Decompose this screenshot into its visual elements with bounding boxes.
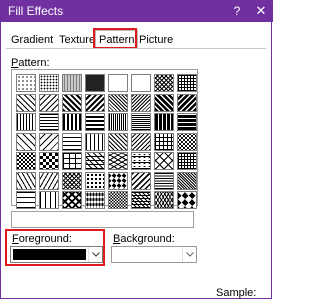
pattern-swatch[interactable] xyxy=(62,171,82,190)
pattern-label: Pattern: xyxy=(11,57,50,69)
pattern-swatch[interactable] xyxy=(131,171,151,190)
pattern-swatch[interactable] xyxy=(154,132,174,151)
pattern-swatch[interactable] xyxy=(16,93,36,112)
close-button[interactable]: ✕ xyxy=(250,0,272,22)
tab-picture[interactable]: Picture xyxy=(139,32,173,48)
title-bar: Fill Effects ? ✕ xyxy=(0,0,273,22)
pattern-swatch[interactable] xyxy=(108,191,128,209)
pattern-swatch[interactable] xyxy=(177,191,197,209)
pattern-swatch[interactable] xyxy=(108,74,128,92)
pattern-swatch[interactable] xyxy=(131,132,151,151)
tab-pattern[interactable]: Pattern xyxy=(95,30,139,49)
pattern-swatch[interactable] xyxy=(85,191,105,209)
sample-label: Sample: xyxy=(216,287,257,299)
pattern-swatch[interactable] xyxy=(16,152,36,170)
pattern-swatch[interactable] xyxy=(154,171,174,190)
pattern-swatch[interactable] xyxy=(16,171,36,190)
tab-gradient[interactable]: Gradient xyxy=(11,32,53,48)
pattern-grid xyxy=(11,69,198,209)
pattern-swatch[interactable] xyxy=(39,171,59,190)
pattern-swatch[interactable] xyxy=(85,93,105,112)
foreground-label-hotkey: F xyxy=(12,233,19,245)
pattern-swatch[interactable] xyxy=(62,152,82,170)
pattern-swatch[interactable] xyxy=(16,191,36,209)
pattern-swatch[interactable] xyxy=(154,152,174,170)
pattern-swatch[interactable] xyxy=(108,152,128,170)
pattern-swatch[interactable] xyxy=(62,113,82,131)
pattern-swatch[interactable] xyxy=(85,113,105,131)
pattern-swatch[interactable] xyxy=(39,93,59,112)
foreground-label-rest: oreground: xyxy=(18,233,72,245)
background-color-picker[interactable] xyxy=(111,246,197,263)
pattern-swatch[interactable] xyxy=(177,132,197,151)
dialog-title: Fill Effects xyxy=(8,4,64,18)
pattern-swatch[interactable] xyxy=(177,74,197,92)
pattern-swatch[interactable] xyxy=(154,74,174,92)
foreground-color-picker[interactable] xyxy=(10,246,103,263)
pattern-label-rest: attern: xyxy=(18,57,50,69)
background-color-swatch xyxy=(114,249,180,260)
pattern-swatch[interactable] xyxy=(131,152,151,170)
pattern-swatch[interactable] xyxy=(154,113,174,131)
chevron-down-icon[interactable] xyxy=(88,247,102,262)
foreground-color-swatch xyxy=(13,249,86,260)
help-button[interactable]: ? xyxy=(228,0,246,22)
pattern-swatch[interactable] xyxy=(39,74,59,92)
pattern-swatch[interactable] xyxy=(131,74,151,92)
pattern-swatch[interactable] xyxy=(39,152,59,170)
pattern-swatch[interactable] xyxy=(108,171,128,190)
pattern-swatch[interactable] xyxy=(108,132,128,151)
pattern-swatch[interactable] xyxy=(39,113,59,131)
pattern-swatch[interactable] xyxy=(177,152,197,170)
pattern-swatch[interactable] xyxy=(39,191,59,209)
pattern-swatch[interactable] xyxy=(131,191,151,209)
pattern-swatch[interactable] xyxy=(108,93,128,112)
pattern-swatch[interactable] xyxy=(154,93,174,112)
pattern-swatch[interactable] xyxy=(154,191,174,209)
pattern-swatch[interactable] xyxy=(85,74,105,92)
pattern-swatch[interactable] xyxy=(62,93,82,112)
pattern-swatch[interactable] xyxy=(16,132,36,151)
pattern-swatch[interactable] xyxy=(177,93,197,112)
pattern-swatch[interactable] xyxy=(85,171,105,190)
pattern-swatch[interactable] xyxy=(131,113,151,131)
fill-effects-dialog: Fill Effects ? ✕ Gradient Texture Patter… xyxy=(0,0,273,300)
pattern-swatch[interactable] xyxy=(177,171,197,190)
pattern-swatch[interactable] xyxy=(108,113,128,131)
foreground-label: Foreground: xyxy=(12,233,72,245)
pattern-swatch[interactable] xyxy=(85,152,105,170)
tab-panel-border xyxy=(6,48,266,49)
pattern-swatch[interactable] xyxy=(62,74,82,92)
pattern-swatch[interactable] xyxy=(16,74,36,92)
tab-texture[interactable]: Texture xyxy=(59,32,95,48)
pattern-swatch[interactable] xyxy=(131,93,151,112)
background-label-rest: ackground: xyxy=(120,233,175,245)
background-label: Background: xyxy=(113,233,175,245)
pattern-name-box xyxy=(11,211,194,228)
chevron-down-icon[interactable] xyxy=(182,247,196,262)
pattern-swatch[interactable] xyxy=(85,132,105,151)
pattern-swatch[interactable] xyxy=(16,113,36,131)
pattern-swatch[interactable] xyxy=(62,191,82,209)
pattern-swatch[interactable] xyxy=(177,113,197,131)
pattern-swatch[interactable] xyxy=(39,132,59,151)
pattern-swatch[interactable] xyxy=(62,132,82,151)
